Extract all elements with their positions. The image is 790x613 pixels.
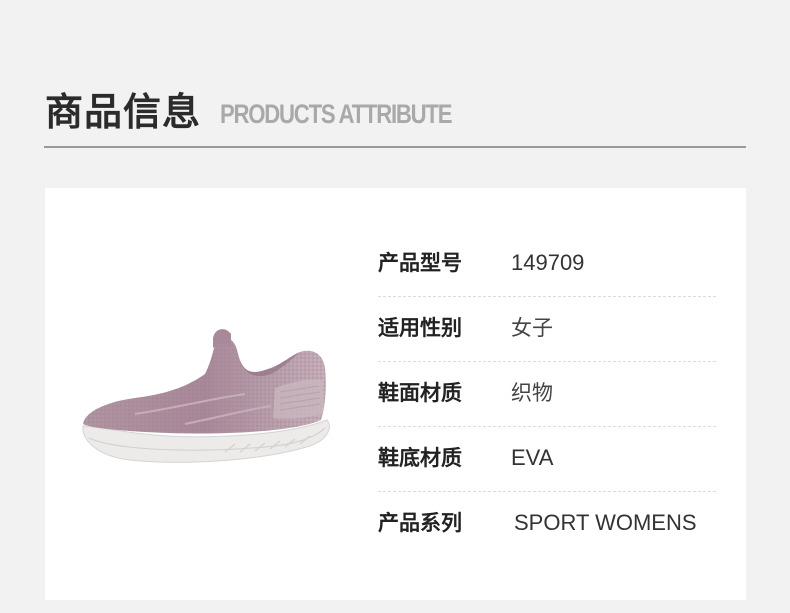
section-title: 商品信息 — [45, 90, 202, 134]
attribute-value: SPORT WOMENS — [514, 510, 697, 535]
attribute-row-upper-material: 鞋面材质 织物 — [378, 362, 716, 427]
attribute-label: 鞋底材质 — [378, 446, 462, 470]
attribute-label: 产品系列 — [378, 511, 462, 535]
attribute-value: 149709 — [511, 250, 585, 275]
attribute-row-model: 产品型号 149709 — [378, 232, 716, 297]
shoe-image — [82, 329, 330, 463]
product-attribute-card: 产品型号 149709 适用性别 女子 鞋面材质 织物 鞋底材质 EVA 产品系… — [45, 188, 746, 600]
attribute-value: 织物 — [511, 381, 553, 405]
attribute-label: 适用性别 — [378, 316, 462, 340]
section-header: 商品信息 PRODUCTS ATTRIBUTE — [45, 86, 745, 146]
attribute-value: 女子 — [511, 316, 553, 340]
attribute-label: 鞋面材质 — [378, 381, 462, 405]
attribute-value: EVA — [511, 445, 554, 470]
header-divider — [44, 146, 746, 148]
attribute-row-sole-material: 鞋底材质 EVA — [378, 427, 716, 492]
attribute-row-gender: 适用性别 女子 — [378, 297, 716, 362]
section-subtitle: PRODUCTS ATTRIBUTE — [220, 99, 452, 129]
attribute-row-series: 产品系列 SPORT WOMENS — [378, 492, 716, 556]
attribute-list: 产品型号 149709 适用性别 女子 鞋面材质 织物 鞋底材质 EVA 产品系… — [378, 232, 716, 556]
attribute-label: 产品型号 — [378, 251, 462, 275]
